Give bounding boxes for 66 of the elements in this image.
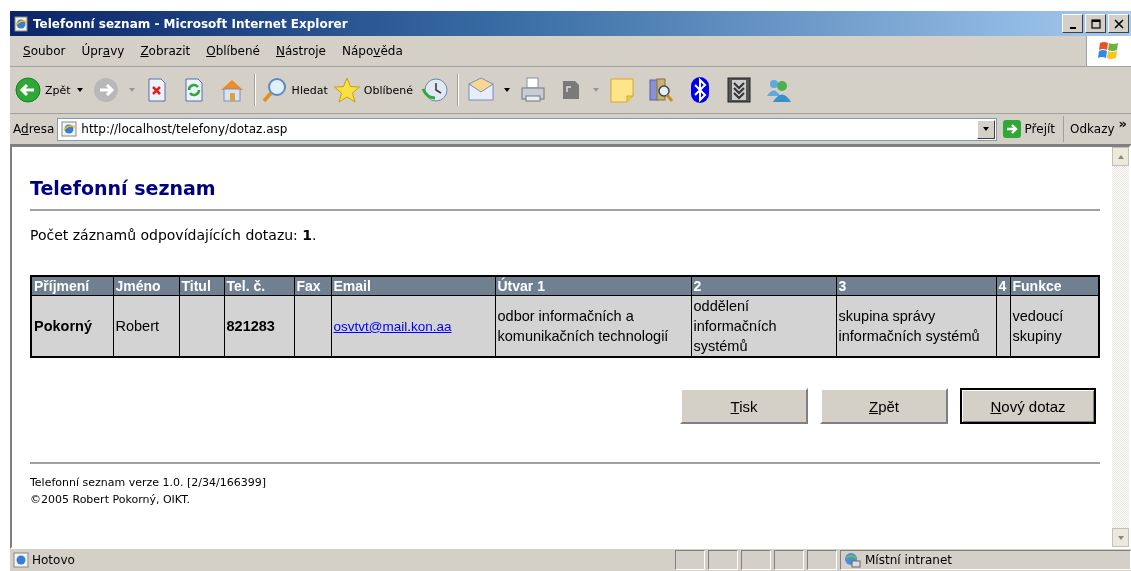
table-cell: odbor informačních a komunikačních technologií — [495, 295, 691, 357]
footer-text: Telefonní seznam verze 1.0. [2/34/166399] — [30, 475, 268, 491]
star-icon — [332, 76, 361, 104]
column-header: Titul — [179, 276, 224, 296]
minimize-icon — [1069, 26, 1076, 29]
security-zone: Místní intranet — [865, 553, 953, 567]
footer-text: ©2005 Robert Pokorný, OIKT. — [30, 492, 192, 508]
research-icon[interactable] — [647, 76, 675, 104]
address-label: Adresa — [13, 122, 55, 136]
menu-item[interactable]: Zobrazit — [132, 44, 199, 58]
menu-item[interactable]: Nápověda — [333, 44, 411, 58]
close-button[interactable] — [1108, 14, 1129, 33]
menu-item[interactable]: Oblíbené — [198, 44, 268, 58]
address-field[interactable]: http://localhost/telefony/dotaz.asp — [57, 117, 997, 141]
mail-icon[interactable] — [467, 76, 495, 104]
page-icon — [61, 121, 78, 137]
form-button[interactable]: Nový dotaz — [960, 388, 1096, 424]
column-header: Email — [331, 276, 495, 296]
form-button[interactable]: Tisk — [680, 388, 808, 424]
status-text: Hotovo — [32, 553, 76, 567]
menu-item[interactable]: Nástroje — [267, 44, 334, 58]
dropdown-arrow-icon[interactable] — [503, 86, 511, 94]
dropdown-arrow-icon[interactable] — [981, 125, 990, 133]
column-header: Funkce — [1010, 276, 1099, 296]
maximize-button[interactable] — [1085, 14, 1106, 33]
column-header: Jméno — [113, 276, 179, 296]
table-cell: vedoucí skupiny — [1010, 295, 1099, 357]
column-header: Příjmení — [31, 276, 113, 296]
more-links-button[interactable]: » — [1118, 116, 1131, 131]
vertical-scrollbar[interactable] — [1112, 147, 1129, 547]
menu-item[interactable]: Soubor — [15, 44, 74, 58]
email-link[interactable]: osvtvt@mail.kon.aa — [333, 318, 452, 334]
network-globe-icon — [843, 552, 861, 568]
favorites-button[interactable]: Oblíbené — [332, 76, 413, 104]
search-button[interactable]: Hledat — [260, 76, 328, 104]
links-button[interactable]: Odkazy — [1064, 122, 1119, 136]
maximize-icon — [1090, 18, 1101, 29]
form-button[interactable]: Zpět — [820, 388, 948, 424]
scroll-down-icon[interactable] — [1116, 533, 1125, 542]
note-icon[interactable] — [608, 76, 636, 104]
table-cell: oddělení informačních systémů — [691, 295, 836, 357]
dropdown-arrow-icon[interactable] — [75, 86, 84, 94]
table-cell: 821283 — [224, 295, 294, 357]
result-count: Počet záznamů odpovídajících dotazu: 1. — [30, 227, 318, 243]
column-header: 3 — [836, 276, 996, 296]
go-button[interactable]: Přejít — [996, 116, 1065, 142]
column-header: 2 — [691, 276, 836, 296]
column-header: Útvar 1 — [495, 276, 691, 296]
history-icon[interactable] — [421, 76, 449, 104]
close-icon — [1113, 18, 1124, 29]
table-cell: Robert — [113, 295, 179, 357]
window-title: Telefonní seznam - Microsoft Internet Explorer — [33, 16, 349, 31]
printer-icon[interactable] — [519, 76, 547, 104]
chevron-down-icon[interactable] — [725, 76, 753, 104]
browser-icon — [13, 15, 29, 32]
minimize-button[interactable] — [1062, 14, 1083, 33]
column-header: Fax — [294, 276, 331, 296]
search-icon — [260, 76, 289, 104]
page-heading: Telefonní seznam — [30, 177, 217, 199]
back-button[interactable]: Zpět — [14, 76, 71, 104]
column-header: Tel. č. — [224, 276, 294, 296]
page-icon — [13, 552, 29, 568]
menu-item[interactable]: Úpravy — [73, 44, 133, 58]
table-cell: Pokorný — [31, 295, 113, 357]
go-arrow-icon — [1002, 120, 1021, 138]
table-cell: skupina správy informačních systémů — [836, 295, 996, 357]
